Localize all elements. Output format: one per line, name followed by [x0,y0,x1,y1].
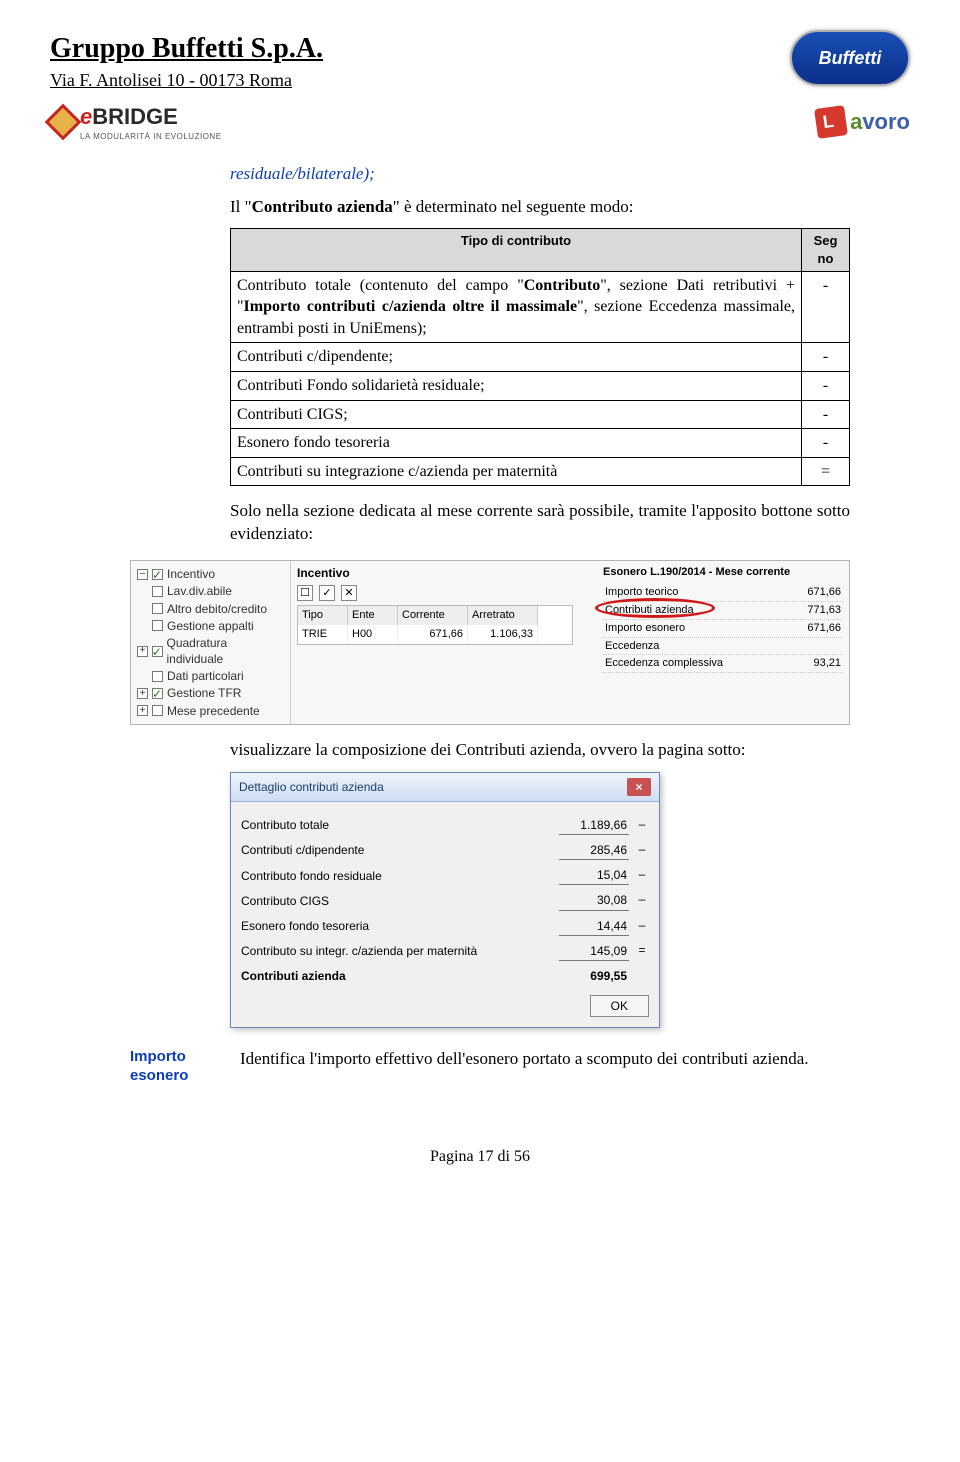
lavoro-rest: voro [862,109,910,134]
incentivo-title: Incentivo [297,565,573,581]
tree-item[interactable]: Dati particolari [137,668,284,684]
th-tipo: Tipo di contributo [231,229,802,271]
dialog-row: Contributo CIGS30,08– [241,891,649,910]
lavoro-logo: avoro [816,107,910,137]
dialog-title: Dettaglio contributi azienda [239,779,384,795]
p2c: " è determinato nel seguente modo: [393,197,634,216]
ebridge-logo: eBRIDGE LA MODULARITÀ IN EVOLUZIONE [50,102,222,142]
ebridge-cube-icon [45,104,82,141]
tree-item[interactable]: +Mese precedente [137,703,284,719]
dialog-row: Contributo su integr. c/azienda per mate… [241,942,649,961]
table-row: Contributi CIGS;- [231,400,850,429]
para-residuale: residuale/bilaterale); [230,163,850,186]
tree-item[interactable]: +Quadratura individuale [137,635,284,667]
dialog-body: Contributo totale1.189,66– Contributi c/… [231,802,659,1028]
para-contributo-azienda: Il "Contributo azienda" è determinato ne… [230,196,850,219]
company-address: Via F. Antolisei 10 - 00173 Roma [50,68,323,92]
esonero-title: Esonero L.190/2014 - Mese corrente [603,565,843,580]
contrib-table: Tipo di contributo Seg no Contributo tot… [230,228,850,486]
tree-item[interactable]: Altro debito/credito [137,601,284,617]
table-row: Contributi c/dipendente;- [231,343,850,372]
incentivo-panel: Incentivo ☐ ✓ ✕ Tipo Ente Corrente Arret… [297,565,573,720]
dialog-row: Contributi c/dipendente285,46– [241,841,649,860]
tree-left: –Incentivo Lav.div.abile Altro debito/cr… [131,561,291,724]
ebridge-sub: LA MODULARITÀ IN EVOLUZIONE [80,132,222,143]
lavoro-a: a [850,109,862,134]
dialog-row: Esonero fondo tesoreria14,44– [241,917,649,936]
dialog-row: Contributo totale1.189,66– [241,816,649,835]
esonero-row: Eccedenza complessiva93,21 [603,655,843,673]
ok-button[interactable]: OK [590,995,649,1017]
screenshot-panel-1: –Incentivo Lav.div.abile Altro debito/cr… [130,560,850,725]
page-footer: Pagina 17 di 56 [50,1146,910,1168]
dialog-button-row: OK [241,995,649,1017]
table-row: Contributi Fondo solidarietà residuale;- [231,371,850,400]
esonero-row: Importo esonero671,66 [603,620,843,638]
header-left: Gruppo Buffetti S.p.A. Via F. Antolisei … [50,30,323,92]
dialog-row-total: Contributi azienda699,55 [241,967,649,985]
para-mid1: Solo nella sezione dedicata al mese corr… [230,500,850,546]
th-segno: Seg no [802,229,850,271]
company-name: Gruppo Buffetti S.p.A. [50,30,323,68]
tool-new-icon[interactable]: ☐ [297,585,313,601]
incentivo-grid: Tipo Ente Corrente Arretrato TRIE H00 67… [297,605,573,645]
def-label: Importo esonero [130,1048,220,1086]
page-header: Gruppo Buffetti S.p.A. Via F. Antolisei … [50,30,910,92]
tree-item[interactable]: Lav.div.abile [137,583,284,599]
esonero-row-contributi[interactable]: Contributi azienda771,63 [603,602,843,620]
tree-item[interactable]: Gestione appalti [137,618,284,634]
dialog-titlebar: Dettaglio contributi azienda × [231,773,659,802]
highlight-circle-icon [595,598,715,618]
p2b: Contributo azienda [252,197,393,216]
dettaglio-dialog: Dettaglio contributi azienda × Contribut… [230,772,660,1029]
lavoro-icon [814,105,848,139]
tree-item[interactable]: –Incentivo [137,566,284,582]
table-row: Contributi su integrazione c/azienda per… [231,457,850,486]
buffetti-logo: Buffetti [790,30,910,86]
para-mid2: visualizzare la composizione dei Contrib… [230,739,850,762]
tree-panel: –Incentivo Lav.div.abile Altro debito/cr… [130,560,850,725]
tool-del-icon[interactable]: ✕ [341,585,357,601]
tree-right: Incentivo ☐ ✓ ✕ Tipo Ente Corrente Arret… [291,561,849,724]
tree-item[interactable]: +Gestione TFR [137,685,284,701]
grid-row[interactable]: TRIE H00 671,66 1.106,33 [298,625,572,644]
incentivo-toolbar: ☐ ✓ ✕ [297,585,573,601]
table-row: Esonero fondo tesoreria- [231,429,850,458]
esonero-panel: Esonero L.190/2014 - Mese corrente Impor… [603,565,843,720]
close-icon[interactable]: × [627,778,651,796]
body-indent: residuale/bilaterale); Il "Contributo az… [230,163,850,1029]
subheader: eBRIDGE LA MODULARITÀ IN EVOLUZIONE avor… [50,102,910,142]
table-row: Contributo totale (contenuto del campo "… [231,271,850,343]
p2a: Il " [230,197,252,216]
ebridge-e: e [80,104,92,129]
def-text: Identifica l'importo effettivo dell'eson… [240,1048,850,1086]
tool-ok-icon[interactable]: ✓ [319,585,335,601]
dialog-row: Contributo fondo residuale15,04– [241,866,649,885]
esonero-row: Eccedenza [603,638,843,656]
ebridge-rest: BRIDGE [92,104,178,129]
definition-row: Importo esonero Identifica l'importo eff… [130,1048,850,1086]
